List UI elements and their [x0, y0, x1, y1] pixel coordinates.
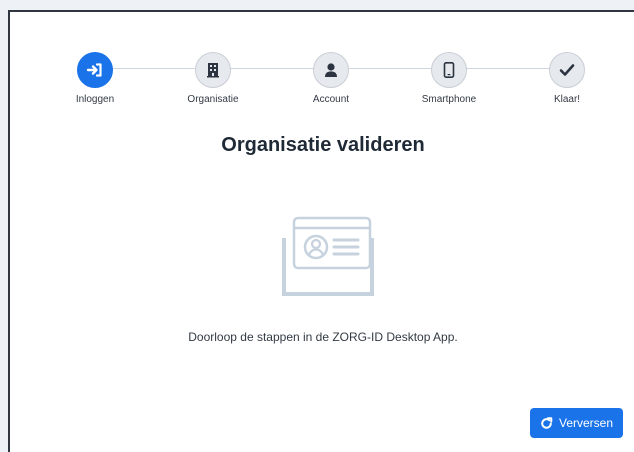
step-label-organisatie: Organisatie [187, 94, 239, 105]
step-label-inloggen: Inloggen [75, 94, 115, 105]
step-circle-inloggen [77, 52, 113, 88]
redo-icon [541, 416, 553, 429]
progress-stepper: Inloggen Organisatie Account Smartphone … [10, 12, 634, 122]
step-inloggen: Inloggen [50, 52, 140, 105]
step-circle-smartphone [431, 52, 467, 88]
step-smartphone: Smartphone [404, 52, 494, 105]
user-icon [325, 63, 337, 77]
step-circle-account [313, 52, 349, 88]
step-label-klaar: Klaar! [553, 94, 581, 105]
page-title: Organisatie valideren [221, 134, 425, 156]
step-klaar: Klaar! [522, 52, 612, 105]
refresh-button[interactable]: Verversen [530, 408, 624, 438]
step-label-smartphone: Smartphone [421, 94, 477, 105]
check-icon [559, 64, 575, 76]
step-label-account: Account [312, 94, 350, 105]
sign-in-icon [86, 63, 102, 77]
id-card-illustration-icon [282, 216, 374, 296]
step-circle-klaar [549, 52, 585, 88]
step-organisatie: Organisatie [168, 52, 258, 105]
step-account: Account [286, 52, 376, 105]
instruction-text: Doorloop de stappen in de ZORG-ID Deskto… [188, 330, 458, 344]
smartphone-icon [443, 62, 455, 78]
setup-panel: Inloggen Organisatie Account Smartphone … [8, 10, 634, 452]
step-circle-organisatie [195, 52, 231, 88]
refresh-button-label: Verversen [559, 416, 614, 430]
building-icon [207, 63, 219, 78]
